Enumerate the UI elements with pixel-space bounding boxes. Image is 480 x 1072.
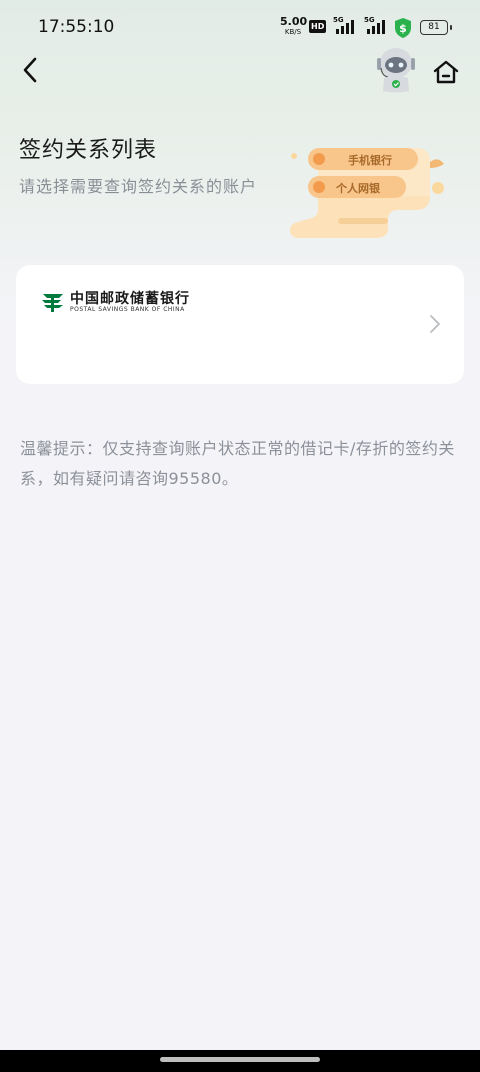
account-card[interactable]: 中国邮政储蓄银行 POSTAL SAVINGS BANK OF CHINA	[16, 265, 464, 384]
robot-assistant-icon[interactable]	[372, 44, 420, 94]
home-icon[interactable]	[432, 58, 460, 86]
home-indicator[interactable]	[160, 1057, 320, 1062]
back-chevron-icon[interactable]	[16, 54, 44, 86]
signal-icon: 5G	[333, 16, 355, 34]
signal-2-label: 5G	[364, 16, 375, 24]
banner-pill-online-banking: 个人网银	[336, 182, 380, 195]
signal-icon: 5G	[364, 16, 386, 34]
hd-badge: HD	[309, 20, 327, 33]
banner-pill-mobile-banking: 手机银行	[348, 154, 392, 167]
banner-illustration: 手机银行 个人网银	[288, 138, 458, 244]
page-subtitle: 请选择需要查询签约关系的账户	[19, 177, 258, 196]
network-speed: 5.00 KB/S	[280, 15, 308, 37]
network-speed-value: 5.00	[280, 15, 308, 28]
bank-name-cn: 中国邮政储蓄银行	[70, 291, 190, 307]
svg-text:$: $	[399, 22, 407, 35]
page-title: 签约关系列表	[19, 138, 158, 163]
network-speed-unit: KB/S	[284, 28, 302, 36]
bank-name-en: POSTAL SAVINGS BANK OF CHINA	[70, 306, 185, 313]
battery-indicator: 81	[420, 20, 452, 35]
tip-text: 温馨提示：仅支持查询账户状态正常的借记卡/存折的签约关系，如有疑问请咨询9558…	[20, 439, 455, 488]
postal-bank-logo-icon	[42, 294, 63, 312]
chevron-right-icon	[430, 315, 440, 333]
signal-1-label: 5G	[333, 16, 344, 24]
security-shield-icon: $	[395, 18, 411, 38]
status-time: 17:55:10	[38, 17, 115, 37]
